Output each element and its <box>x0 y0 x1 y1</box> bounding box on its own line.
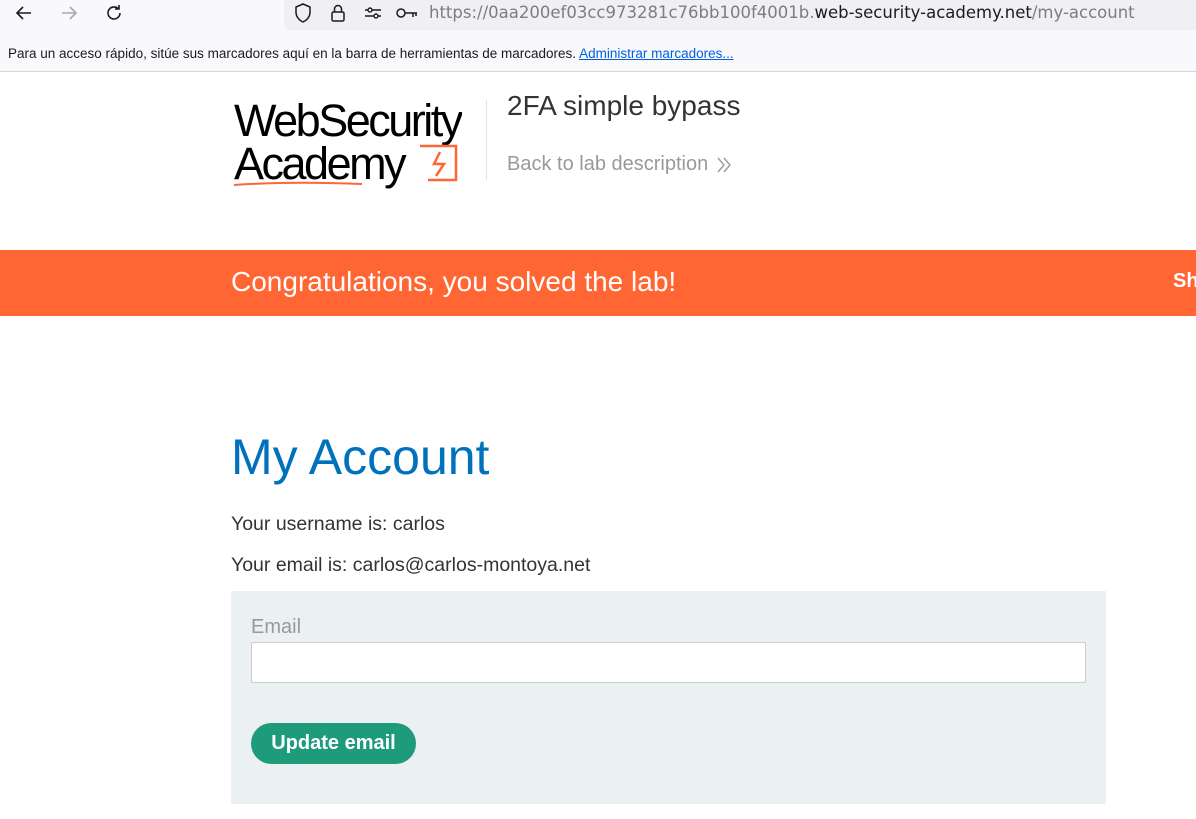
web-security-academy-logo[interactable]: WebSecurity Academy <box>232 94 466 190</box>
permissions-icon[interactable] <box>362 2 384 24</box>
change-email-form: Email Update email <box>231 591 1106 804</box>
share-button-partial[interactable]: Sh <box>1173 270 1196 293</box>
lock-icon[interactable] <box>327 2 349 24</box>
forward-arrow-icon[interactable] <box>55 0 83 26</box>
back-to-lab-label: Back to lab description <box>507 153 709 175</box>
logo-text-line2: Academy <box>234 138 407 189</box>
update-email-button[interactable]: Update email <box>251 723 416 764</box>
header-divider <box>486 100 487 180</box>
url-text[interactable]: https://0aa200ef03cc973281c76bb100f4001b… <box>429 3 1135 22</box>
bookmarks-message: Para un acceso rápido, sitúe sus marcado… <box>8 46 734 61</box>
lab-title: 2FA simple bypass <box>507 90 741 121</box>
url-bar[interactable]: https://0aa200ef03cc973281c76bb100f4001b… <box>284 0 1196 30</box>
back-arrow-icon[interactable] <box>10 0 38 26</box>
url-domain: web-security-academy.net <box>814 3 1032 22</box>
bookmarks-bar: Para un acceso rápido, sitúe sus marcado… <box>0 30 1196 72</box>
solved-message: Congratulations, you solved the lab! <box>231 266 677 297</box>
manage-bookmarks-link[interactable]: Administrar marcadores... <box>579 46 734 61</box>
username-info: Your username is: carlos <box>231 513 445 535</box>
email-input[interactable] <box>251 642 1086 683</box>
double-chevron-right-icon <box>717 157 732 172</box>
reload-icon[interactable] <box>100 0 128 26</box>
page-title: My Account <box>231 429 490 485</box>
solved-banner: Congratulations, you solved the lab! Sh <box>0 250 1196 316</box>
url-path: /my-account <box>1031 3 1135 22</box>
key-icon[interactable] <box>396 2 418 24</box>
back-to-lab-link[interactable]: Back to lab description <box>507 153 732 176</box>
email-info: Your email is: carlos@carlos-montoya.net <box>231 554 591 576</box>
bookmarks-hint: Para un acceso rápido, sitúe sus marcado… <box>8 46 577 61</box>
browser-toolbar: https://0aa200ef03cc973281c76bb100f4001b… <box>0 0 1196 30</box>
shield-icon[interactable] <box>292 2 314 24</box>
email-label: Email <box>251 616 302 638</box>
url-prefix: https://0aa200ef03cc973281c76bb100f4001b… <box>429 3 815 22</box>
